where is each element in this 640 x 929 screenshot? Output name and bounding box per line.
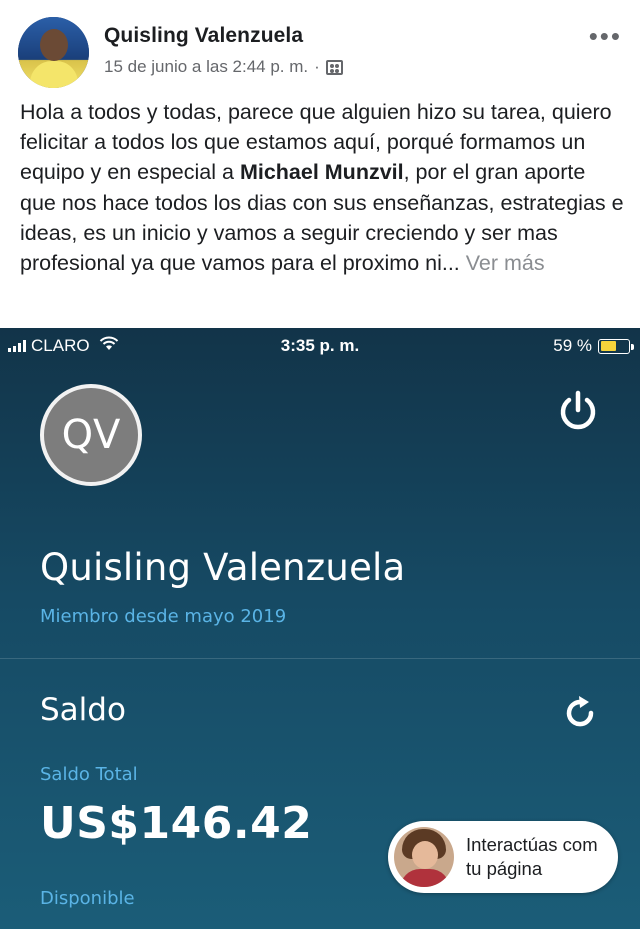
post-author-name[interactable]: Quisling Valenzuela [104, 24, 303, 48]
post-timestamp[interactable]: 15 de junio a las 2:44 p. m. [104, 57, 308, 77]
status-bar: CLARO 3:35 p. m. 59 % [0, 328, 640, 364]
power-icon[interactable] [557, 390, 599, 432]
post-body: Hola a todos y todas, parece que alguien… [20, 97, 626, 278]
profile-name: Quisling Valenzuela [40, 546, 406, 589]
see-more-link[interactable]: Ver más [466, 251, 545, 275]
post-meta: 15 de junio a las 2:44 p. m. · [104, 57, 343, 77]
chip-text: Interactúas com tu página [466, 833, 598, 881]
balance-total-label: Saldo Total [40, 764, 138, 785]
mention-link[interactable]: Michael Munzvil [240, 160, 404, 184]
status-right: 59 % [553, 336, 634, 356]
member-since: Miembro desde mayo 2019 [40, 606, 287, 627]
author-avatar[interactable] [18, 17, 89, 88]
battery-icon [598, 338, 634, 354]
chip-line-1: Interactúas com [466, 834, 598, 855]
battery-percent: 59 % [553, 336, 592, 355]
balance-total-amount: US$146.42 [40, 798, 313, 849]
page-avatar [394, 827, 454, 887]
refresh-icon[interactable] [561, 694, 599, 732]
interacting-as-page-chip[interactable]: Interactúas com tu página [388, 821, 618, 893]
facebook-post: Quisling Valenzuela 15 de junio a las 2:… [0, 0, 640, 328]
profile-initials-badge: QV [40, 384, 142, 486]
available-label: Disponible [40, 888, 135, 909]
meta-separator: · [314, 57, 320, 76]
more-options-icon[interactable]: ••• [589, 23, 622, 49]
section-divider [0, 658, 640, 659]
balance-heading: Saldo [40, 692, 126, 728]
chip-line-2: tu página [466, 858, 543, 879]
status-time: 3:35 p. m. [280, 336, 360, 355]
group-page-icon [325, 59, 343, 75]
